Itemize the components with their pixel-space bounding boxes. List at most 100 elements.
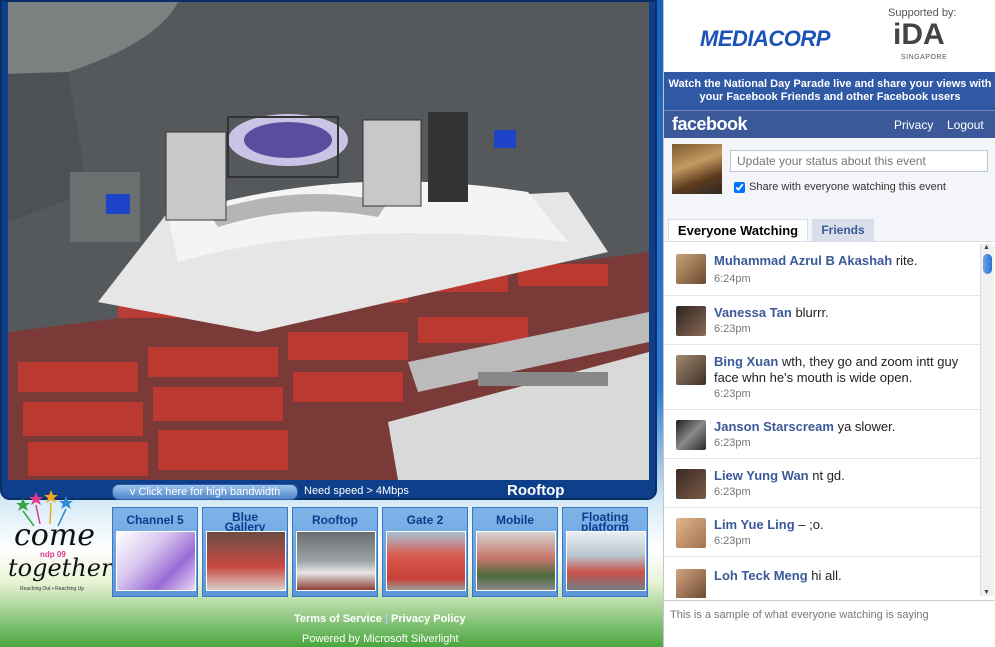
channel-thumbnail: [116, 531, 196, 591]
channel-label: Rooftop: [312, 513, 358, 527]
facebook-bar: facebook Privacy Logout: [664, 110, 995, 138]
comment-text: Bing Xuan wth, they go and zoom intt guy…: [714, 354, 976, 386]
mediacorp-logo: MEDIACORP: [700, 26, 830, 51]
list-item: Vanessa Tan blurrr. 6:23pm: [664, 296, 980, 345]
comment-time: 6:23pm: [714, 437, 751, 449]
logout-link[interactable]: Logout: [947, 118, 984, 132]
channel-tile-channel5[interactable]: Channel 5: [112, 507, 198, 597]
speed-requirement: Need speed > 4Mbps: [304, 485, 409, 497]
logo-tagline: Reaching Out • Reaching Up: [20, 586, 85, 592]
comment-time: 6:23pm: [714, 535, 751, 547]
video-area: v Click here for high bandwidth Need spe…: [0, 0, 663, 647]
comment-time: 6:23pm: [714, 486, 751, 498]
commenter-name[interactable]: Lim Yue Ling: [714, 517, 795, 532]
comment-text: Loh Teck Meng hi all.: [714, 568, 976, 584]
list-item: Lim Yue Ling – ;o. 6:23pm: [664, 508, 980, 557]
terms-link[interactable]: Terms of Service: [294, 613, 382, 625]
list-item: Muhammad Azrul B Akashah rite. 6:24pm: [664, 242, 980, 296]
scroll-down-icon[interactable]: ▼: [983, 589, 990, 596]
avatar: [676, 355, 706, 385]
comment-text: Liew Yung Wan nt gd.: [714, 468, 976, 484]
avatar: [676, 518, 706, 548]
share-label: Share with everyone watching this event: [749, 181, 946, 193]
tab-friends[interactable]: Friends: [812, 219, 874, 241]
high-bandwidth-button[interactable]: v Click here for high bandwidth: [112, 484, 298, 500]
channel-label: Gate 2: [406, 513, 444, 527]
commenter-name[interactable]: Vanessa Tan: [714, 305, 792, 320]
ndp-logo: come ndp 09 together Reaching Out • Reac…: [6, 490, 112, 606]
tab-everyone-watching[interactable]: Everyone Watching: [668, 219, 808, 241]
avatar: [676, 469, 706, 499]
channel-tile-mobile[interactable]: Mobile: [472, 507, 558, 597]
feed-tabs: Everyone Watching Friends: [664, 214, 995, 242]
commenter-name[interactable]: Muhammad Azrul B Akashah: [714, 253, 892, 268]
comment-body: rite.: [895, 253, 918, 268]
channel-thumbnail: [206, 531, 286, 591]
comment-text: Lim Yue Ling – ;o.: [714, 517, 976, 533]
comment-time: 6:23pm: [714, 323, 751, 335]
facebook-logo: facebook: [672, 114, 748, 134]
status-input[interactable]: [730, 150, 988, 172]
live-video-player[interactable]: [8, 2, 649, 480]
stadium-scene-image: [8, 2, 649, 480]
user-avatar: [672, 144, 722, 194]
list-item: Liew Yung Wan nt gd. 6:23pm: [664, 459, 980, 508]
video-frame: [0, 0, 657, 500]
comment-time: 6:24pm: [714, 273, 751, 285]
comment-text: Vanessa Tan blurrr.: [714, 305, 976, 321]
comment-body: blurrr.: [795, 305, 829, 320]
footer-separator: |: [384, 613, 388, 625]
share-checkbox[interactable]: [734, 182, 745, 193]
comment-body: ya slower.: [837, 419, 896, 434]
channel-selector: Channel 5 Blue Gallery Rooftop Gate 2 Mo…: [112, 507, 652, 598]
channel-label: Floating platform: [581, 510, 629, 534]
logo-line-together: together: [8, 554, 113, 582]
channel-tile-rooftop[interactable]: Rooftop: [292, 507, 378, 597]
channel-label: Mobile: [496, 513, 534, 527]
sponsors-header: MEDIACORP Supported by: iDA SINGAPORE: [664, 0, 995, 72]
scroll-up-icon[interactable]: ▲: [983, 244, 990, 251]
list-item: Janson Starscream ya slower. 6:23pm: [664, 410, 980, 459]
comment-time: 6:23pm: [714, 388, 751, 400]
comment-body: – ;o.: [798, 517, 824, 532]
ida-singapore-label: SINGAPORE: [901, 54, 948, 61]
facebook-panel: MEDIACORP Supported by: iDA SINGAPORE Wa…: [663, 0, 995, 647]
feed-scrollbar[interactable]: ▲ ▼: [980, 244, 994, 596]
comment-body: nt gd.: [812, 468, 845, 483]
channel-thumbnail: [476, 531, 556, 591]
commenter-name[interactable]: Liew Yung Wan: [714, 468, 809, 483]
commenter-name[interactable]: Bing Xuan: [714, 354, 778, 369]
bandwidth-bar: v Click here for high bandwidth Need spe…: [100, 482, 653, 500]
comment-text: Muhammad Azrul B Akashah rite.: [714, 253, 976, 269]
channel-label: Blue Gallery: [224, 510, 266, 534]
avatar: [676, 306, 706, 336]
channel-thumbnail: [296, 531, 376, 591]
privacy-link[interactable]: Privacy: [894, 118, 933, 132]
channel-tile-blue-gallery[interactable]: Blue Gallery: [202, 507, 288, 597]
sample-note: This is a sample of what everyone watchi…: [664, 600, 994, 630]
footer-links: Terms of Service | Privacy Policy: [294, 613, 466, 625]
scroll-thumb[interactable]: [983, 254, 992, 274]
powered-by: Powered by Microsoft Silverlight: [302, 633, 459, 645]
comment-text: Janson Starscream ya slower.: [714, 419, 976, 435]
ida-logo: iDA: [893, 18, 945, 52]
avatar: [676, 420, 706, 450]
commenter-name[interactable]: Janson Starscream: [714, 419, 834, 434]
avatar: [676, 569, 706, 598]
status-composer: Share with everyone watching this event: [664, 138, 995, 214]
avatar: [676, 254, 706, 284]
channel-thumbnail: [566, 531, 646, 591]
privacy-policy-link[interactable]: Privacy Policy: [391, 613, 466, 625]
list-item: Loh Teck Meng hi all.: [664, 557, 980, 598]
promo-banner: Watch the National Day Parade live and s…: [664, 72, 995, 110]
commenter-name[interactable]: Loh Teck Meng: [714, 568, 808, 583]
logo-line-come: come: [14, 518, 96, 553]
channel-tile-floating-platform[interactable]: Floating platform: [562, 507, 648, 597]
channel-thumbnail: [386, 531, 466, 591]
ida-logo-text: iDA: [893, 18, 945, 51]
channel-label: Channel 5: [126, 513, 184, 527]
comment-feed: Muhammad Azrul B Akashah rite. 6:24pm Va…: [664, 242, 995, 598]
current-camera-title: Rooftop: [507, 482, 565, 499]
comment-body: hi all.: [811, 568, 842, 583]
channel-tile-gate2[interactable]: Gate 2: [382, 507, 468, 597]
